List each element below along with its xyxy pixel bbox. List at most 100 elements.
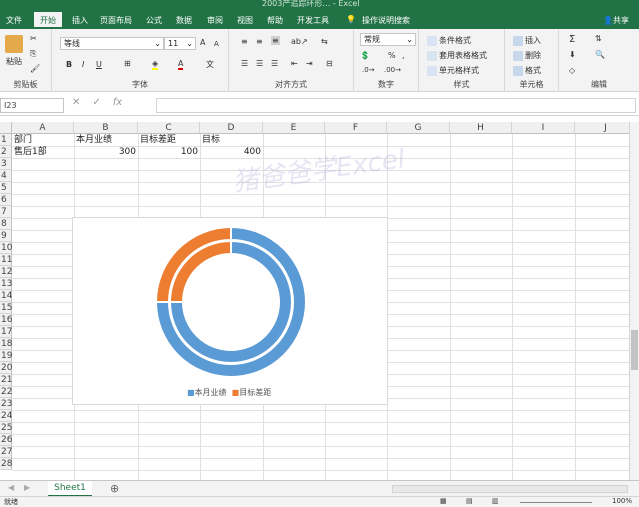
- row-header[interactable]: 9: [0, 230, 12, 242]
- fx-button[interactable]: fx: [113, 97, 122, 108]
- underline-button[interactable]: U: [96, 60, 102, 69]
- row-header[interactable]: 23: [0, 398, 12, 410]
- row-header[interactable]: 11: [0, 254, 12, 266]
- italic-button[interactable]: I: [82, 60, 84, 69]
- fill-color-icon[interactable]: ◈: [152, 59, 159, 70]
- column-header[interactable]: A: [12, 122, 74, 134]
- format-painter-icon[interactable]: 🖌: [30, 64, 40, 73]
- column-header[interactable]: I: [512, 122, 575, 134]
- row-header[interactable]: 12: [0, 266, 12, 278]
- share-button[interactable]: 👤共享: [603, 15, 629, 26]
- tab-help[interactable]: 帮助: [267, 15, 283, 26]
- column-header[interactable]: G: [387, 122, 450, 134]
- scroll-left-icon[interactable]: ◀: [8, 483, 14, 492]
- row-header[interactable]: 18: [0, 338, 12, 350]
- column-header[interactable]: C: [138, 122, 200, 134]
- tab-developer[interactable]: 开发工具: [297, 15, 329, 26]
- column-header[interactable]: H: [450, 122, 512, 134]
- currency-icon[interactable]: 💲: [360, 51, 370, 60]
- zoom-level[interactable]: 100%: [612, 497, 632, 505]
- row-header[interactable]: 6: [0, 194, 12, 206]
- fill-icon[interactable]: ⬇: [569, 50, 576, 59]
- tab-home[interactable]: 开始: [34, 12, 62, 29]
- row-header[interactable]: 26: [0, 434, 12, 446]
- column-header[interactable]: F: [325, 122, 387, 134]
- zoom-slider[interactable]: [520, 502, 592, 503]
- row-header[interactable]: 17: [0, 326, 12, 338]
- enter-icon[interactable]: ✓: [92, 97, 112, 108]
- grow-font-button[interactable]: A: [200, 38, 205, 47]
- decrease-indent-icon[interactable]: ⇤: [291, 59, 298, 68]
- row-header[interactable]: 4: [0, 170, 12, 182]
- row-header[interactable]: 7: [0, 206, 12, 218]
- cell-d1[interactable]: 目标: [200, 134, 222, 146]
- cell-d2[interactable]: 400: [200, 146, 263, 158]
- number-format-select[interactable]: 常规 ⌄: [360, 33, 416, 46]
- column-header[interactable]: D: [200, 122, 263, 134]
- cell-styles-button[interactable]: 单元格样式: [427, 65, 479, 76]
- chart-legend[interactable]: ■本月业绩 ■目标差距: [187, 387, 271, 398]
- tab-page-layout[interactable]: 页面布局: [100, 15, 132, 26]
- row-header[interactable]: 15: [0, 302, 12, 314]
- comma-button[interactable]: ,: [402, 51, 405, 60]
- page-layout-icon[interactable]: ▤: [466, 497, 473, 505]
- row-header[interactable]: 21: [0, 374, 12, 386]
- font-name-select[interactable]: 等线 ⌄: [60, 37, 164, 50]
- row-header[interactable]: 20: [0, 362, 12, 374]
- row-header[interactable]: 10: [0, 242, 12, 254]
- align-middle-icon[interactable]: ≡: [256, 37, 263, 46]
- tab-file[interactable]: 文件: [6, 15, 22, 26]
- sheet-tab-sheet1[interactable]: Sheet1: [48, 481, 92, 497]
- scroll-thumb[interactable]: [631, 330, 638, 370]
- row-header[interactable]: 22: [0, 386, 12, 398]
- tell-me-search[interactable]: 操作说明搜索: [362, 15, 410, 26]
- tab-view[interactable]: 视图: [237, 15, 253, 26]
- tab-data[interactable]: 数据: [176, 15, 192, 26]
- row-header[interactable]: 28: [0, 458, 12, 470]
- wrap-text-icon[interactable]: ⇆: [321, 37, 328, 46]
- horizontal-scrollbar[interactable]: [392, 485, 628, 493]
- phonetic-icon[interactable]: 文: [206, 59, 214, 70]
- decrease-decimal-icon[interactable]: .00→: [384, 66, 401, 74]
- bold-button[interactable]: B: [66, 60, 72, 69]
- format-as-table-button[interactable]: 套用表格格式: [427, 50, 487, 61]
- row-header[interactable]: 1: [0, 134, 12, 146]
- increase-decimal-icon[interactable]: .0→: [362, 66, 375, 74]
- delete-cells-button[interactable]: 删除: [513, 50, 541, 61]
- font-color-icon[interactable]: A: [178, 59, 184, 70]
- clipboard-icon[interactable]: [5, 35, 23, 53]
- border-icon[interactable]: ⊞: [124, 59, 131, 68]
- row-header[interactable]: 27: [0, 446, 12, 458]
- tab-insert[interactable]: 插入: [72, 15, 88, 26]
- cell-a1[interactable]: 部门: [12, 134, 34, 146]
- vertical-scrollbar[interactable]: [629, 122, 639, 480]
- row-header[interactable]: 19: [0, 350, 12, 362]
- tab-formulas[interactable]: 公式: [146, 15, 162, 26]
- align-right-icon[interactable]: ☰: [271, 59, 278, 68]
- cell-b1[interactable]: 本月业绩: [74, 134, 114, 146]
- row-header[interactable]: 5: [0, 182, 12, 194]
- column-header[interactable]: B: [74, 122, 138, 134]
- name-box[interactable]: I23: [0, 98, 64, 113]
- doughnut-chart[interactable]: ■本月业绩 ■目标差距: [72, 217, 388, 405]
- row-header[interactable]: 3: [0, 158, 12, 170]
- row-header[interactable]: 16: [0, 314, 12, 326]
- scroll-right-icon[interactable]: ▶: [24, 483, 30, 492]
- row-header[interactable]: 13: [0, 278, 12, 290]
- select-all-corner[interactable]: [0, 122, 12, 134]
- cut-icon[interactable]: ✂: [30, 34, 37, 43]
- insert-cells-button[interactable]: 插入: [513, 35, 541, 46]
- orientation-icon[interactable]: ab↗: [291, 37, 308, 46]
- clear-icon[interactable]: ◇: [569, 66, 575, 75]
- sort-filter-icon[interactable]: ⇅: [595, 34, 602, 43]
- column-header[interactable]: E: [263, 122, 325, 134]
- align-bottom-icon[interactable]: ≡: [271, 36, 280, 45]
- copy-icon[interactable]: ⎘: [30, 49, 36, 59]
- row-header[interactable]: 2: [0, 146, 12, 158]
- shrink-font-button[interactable]: A: [214, 40, 219, 48]
- tab-review[interactable]: 审阅: [207, 15, 223, 26]
- font-size-select[interactable]: 11 ⌄: [164, 37, 196, 50]
- row-header[interactable]: 14: [0, 290, 12, 302]
- percent-button[interactable]: %: [388, 51, 396, 60]
- increase-indent-icon[interactable]: ⇥: [306, 59, 313, 68]
